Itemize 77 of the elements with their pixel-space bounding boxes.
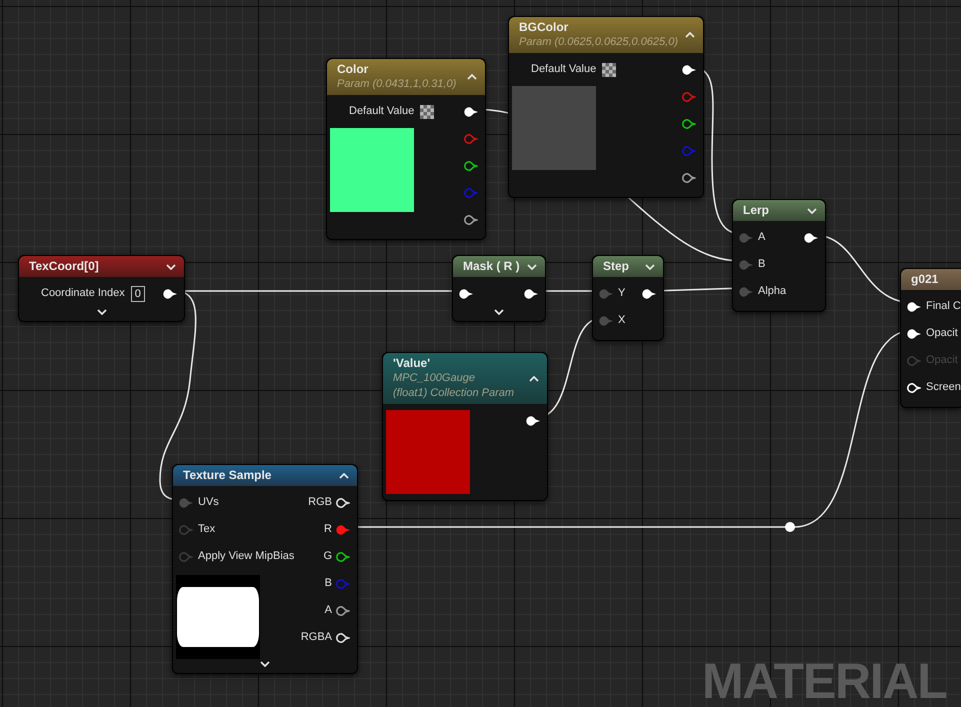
node-subtitle: Param (0.0625,0.0625,0.0625,0) — [519, 35, 678, 50]
pin-label: Apply View MipBias — [198, 549, 294, 564]
pin-label: Screen — [926, 380, 961, 396]
node-title: g021 — [911, 272, 938, 287]
node-card[interactable]: Color Param (0.0431,1,0.31,0) Default Value — [326, 58, 486, 240]
node-title: Texture Sample — [183, 468, 272, 483]
output-pin[interactable] — [464, 214, 478, 224]
node-subtitle: (float1) Collection Param — [393, 386, 514, 401]
node-title: Mask ( R ) — [463, 259, 520, 274]
expand-icon[interactable] — [260, 661, 270, 667]
input-pin[interactable] — [179, 498, 193, 508]
property-label: Default Value — [531, 62, 596, 78]
node-card[interactable]: Texture Sample UVs Tex Apply View MipBias RGB R G B A RGBA — [172, 464, 358, 674]
pin-label: A — [324, 603, 332, 618]
collapse-icon[interactable] — [339, 472, 349, 478]
input-pin[interactable] — [599, 316, 613, 326]
reroute-node[interactable] — [785, 522, 795, 532]
pin-label: RGBA — [300, 630, 332, 646]
expand-icon[interactable] — [494, 309, 504, 315]
node-header[interactable]: Color Param (0.0431,1,0.31,0) — [327, 59, 485, 95]
node-card[interactable]: Step Y X — [592, 255, 664, 341]
node-header[interactable]: BGColor Param (0.0625,0.0625,0.0625,0) — [509, 17, 703, 53]
node-subtitle: Param (0.0431,1,0.31,0) — [337, 77, 456, 92]
output-pin[interactable] — [336, 552, 350, 562]
node-title: BGColor — [519, 20, 568, 35]
expand-icon[interactable] — [166, 264, 176, 270]
pin-label: B — [758, 257, 766, 272]
node-card[interactable]: TexCoord[0] Coordinate Index 0 — [18, 255, 185, 322]
node-card[interactable]: 'Value' MPC_100Gauge (float1) Collection Param — [382, 352, 548, 501]
node-header[interactable]: Lerp — [733, 200, 825, 221]
node-header[interactable]: g021 — [901, 269, 961, 290]
pin-label: G — [323, 549, 332, 564]
expand-icon[interactable] — [96, 309, 106, 315]
input-pin[interactable] — [739, 286, 753, 296]
output-pin[interactable] — [682, 118, 696, 128]
node-subtitle: MPC_100Gauge — [393, 371, 475, 386]
input-pin[interactable] — [179, 524, 193, 534]
value-field[interactable]: 0 — [130, 286, 145, 302]
node-title: 'Value' — [393, 356, 430, 371]
property-label: Coordinate Index — [41, 286, 125, 302]
node-header[interactable]: Texture Sample — [173, 465, 357, 486]
node-title: Lerp — [743, 203, 770, 218]
node-card[interactable]: BGColor Param (0.0625,0.0625,0.0625,0) Default Value — [508, 16, 704, 198]
checker-icon[interactable] — [420, 104, 434, 118]
graph-type-label: MATERIAL — [702, 656, 947, 706]
pin-label: RGB — [308, 495, 332, 510]
node-title: Step — [603, 259, 630, 274]
output-pin[interactable] — [336, 606, 350, 616]
pin-label: Final C — [926, 299, 961, 314]
node-title: TexCoord[0] — [29, 259, 99, 274]
node-header[interactable]: Step — [593, 256, 663, 277]
pin-label: X — [618, 313, 626, 328]
checker-icon[interactable] — [602, 62, 616, 76]
pin-label: Y — [618, 286, 626, 302]
pin-label: UVs — [198, 495, 219, 510]
input-pin[interactable] — [739, 260, 753, 270]
output-pin[interactable] — [464, 160, 478, 170]
pin-label: Tex — [198, 522, 216, 538]
output-pin[interactable] — [682, 172, 696, 182]
property-label: Default Value — [349, 104, 414, 120]
input-pin[interactable] — [179, 552, 193, 562]
collapse-icon[interactable] — [685, 32, 695, 38]
pin-label: A — [758, 230, 766, 246]
node-header[interactable]: Mask ( R ) — [453, 256, 545, 277]
input-pin[interactable] — [599, 288, 613, 298]
pin-label: Alpha — [758, 284, 786, 300]
node-header[interactable]: 'Value' MPC_100Gauge (float1) Collection Param — [383, 353, 547, 404]
pin-label: Opacit — [926, 326, 958, 342]
collapse-icon[interactable] — [529, 376, 539, 382]
node-card[interactable]: Mask ( R ) — [452, 255, 546, 322]
collapse-icon[interactable] — [467, 74, 477, 80]
pin-label: R — [324, 522, 332, 538]
input-pin[interactable] — [739, 232, 753, 242]
pin-label: B — [324, 576, 332, 592]
node-card[interactable]: Lerp A B Alpha — [732, 199, 826, 312]
node-title: Color — [337, 62, 368, 77]
node-header[interactable]: TexCoord[0] — [19, 256, 184, 277]
